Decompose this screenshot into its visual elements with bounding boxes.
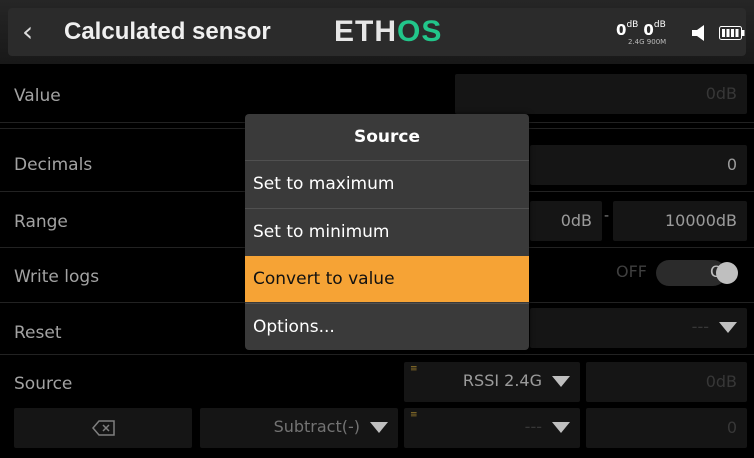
rssi-value-1: 0 (616, 21, 627, 39)
source-popup-menu: Source Set to maximum Set to minimum Con… (245, 114, 529, 350)
rssi-unit-2: dB (653, 20, 666, 30)
ethos-logo: ETHOS (334, 15, 442, 49)
menu-item-set-to-maximum[interactable]: Set to maximum (245, 160, 529, 206)
battery-icon[interactable] (719, 26, 745, 40)
speaker-icon[interactable] (690, 24, 712, 42)
rssi-indicator[interactable]: 0dB 0dB 2.4G 900M (616, 20, 666, 46)
header-bar: ‹ Calculated sensor ETHOS 0dB 0dB 2.4G 9… (0, 0, 754, 64)
logo-text-green: OS (397, 15, 443, 48)
popup-title: Source (353, 127, 421, 147)
chevron-left-icon[interactable]: ‹ (22, 17, 48, 47)
menu-item-options[interactable]: Options... (245, 303, 529, 349)
menu-item-convert-to-value[interactable]: Convert to value (245, 256, 529, 302)
menu-item-set-to-minimum[interactable]: Set to minimum (245, 208, 529, 254)
rssi-unit-1: dB (626, 20, 639, 30)
logo-text-white: ETH (334, 15, 397, 48)
header-inner: ‹ Calculated sensor ETHOS 0dB 0dB 2.4G 9… (8, 8, 746, 56)
page-title: Calculated sensor (64, 18, 271, 45)
rssi-value-2: 0 (643, 21, 654, 39)
rssi-bands: 2.4G 900M (628, 38, 667, 46)
